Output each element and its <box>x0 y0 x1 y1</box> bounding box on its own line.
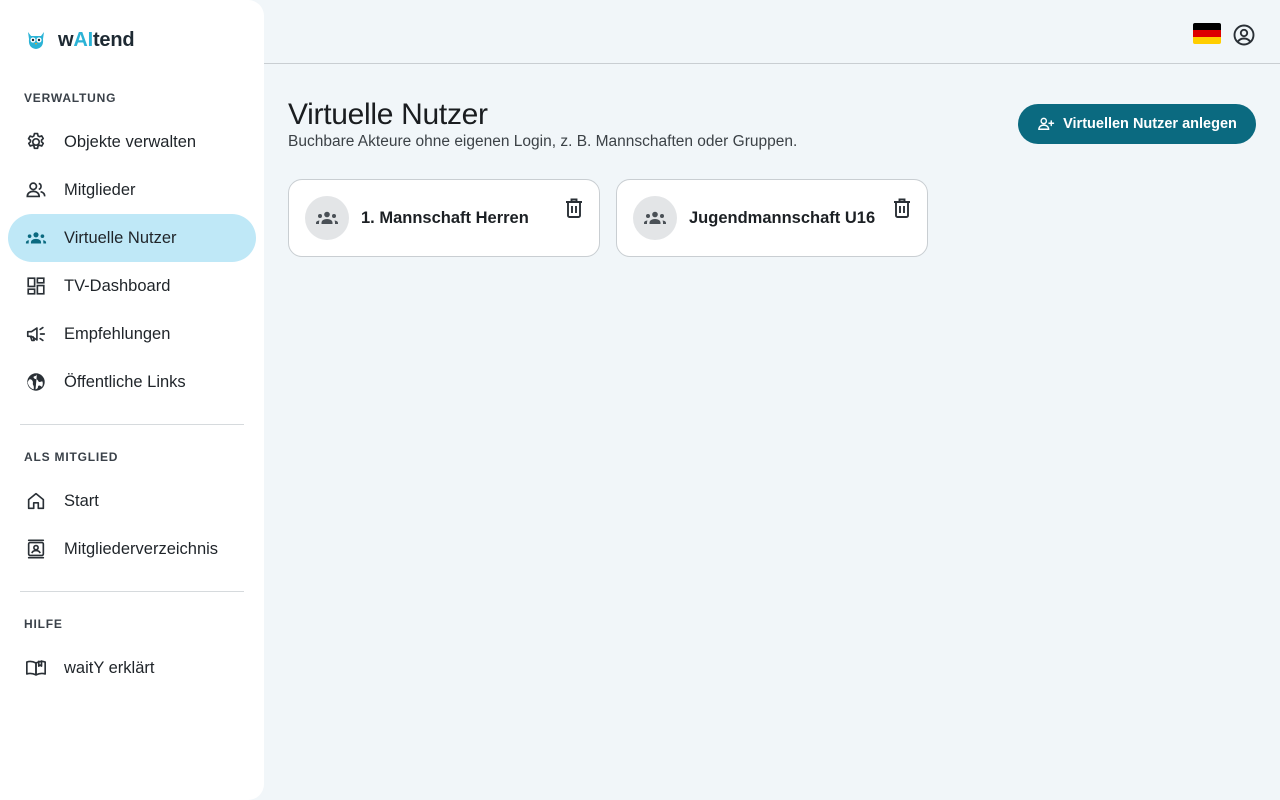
delete-icon[interactable] <box>563 196 585 220</box>
sidebar-item-mitgliederverzeichnis[interactable]: Mitgliederverzeichnis <box>8 525 256 573</box>
sidebar: wAItend VERWALTUNG Objekte verwalten Mit… <box>0 0 264 800</box>
sidebar-item-oeffentliche-links[interactable]: Öffentliche Links <box>8 358 256 406</box>
sidebar-item-label: Virtuelle Nutzer <box>64 228 177 247</box>
sidebar-item-label: Objekte verwalten <box>64 132 197 151</box>
sidebar-item-virtuelle-nutzer[interactable]: Virtuelle Nutzer <box>8 214 256 262</box>
sidebar-item-empfehlungen[interactable]: Empfehlungen <box>8 310 256 358</box>
contact-page-icon <box>24 537 48 561</box>
sidebar-item-label: waitY erklärt <box>64 658 155 677</box>
delete-icon[interactable] <box>891 196 913 220</box>
sidebar-item-label: Mitglieder <box>64 180 136 199</box>
person-add-icon <box>1038 117 1055 130</box>
virtual-user-name: 1. Mannschaft Herren <box>361 208 529 227</box>
people-icon <box>24 178 48 202</box>
dashboard-icon <box>24 274 48 298</box>
brand-logo[interactable]: wAItend <box>24 26 135 54</box>
sidebar-item-objekte-verwalten[interactable]: Objekte verwalten <box>8 118 256 166</box>
page-subtitle: Buchbare Akteure ohne eigenen Login, z. … <box>288 133 798 150</box>
sidebar-item-waity-erklaert[interactable]: waitY erklärt <box>8 644 256 692</box>
top-bar <box>264 0 1280 64</box>
sidebar-item-label: Mitgliederverzeichnis <box>64 539 219 558</box>
campaign-icon <box>24 322 48 346</box>
add-virtual-user-button[interactable]: Virtuellen Nutzer anlegen <box>1018 104 1256 144</box>
sidebar-item-mitglieder[interactable]: Mitglieder <box>8 166 256 214</box>
sidebar-item-label: Empfehlungen <box>64 324 171 343</box>
sidebar-divider <box>20 591 244 592</box>
sidebar-item-start[interactable]: Start <box>8 477 256 525</box>
avatar <box>633 196 677 240</box>
section-title-als-mitglied: ALS MITGLIED <box>24 450 119 464</box>
gear-icon <box>24 130 48 154</box>
account-circle-icon[interactable] <box>1232 23 1256 47</box>
sidebar-divider <box>20 424 244 425</box>
owl-logo-icon <box>28 32 44 49</box>
section-title-verwaltung: VERWALTUNG <box>24 91 117 105</box>
avatar <box>305 196 349 240</box>
groups-icon <box>24 226 48 250</box>
add-virtual-user-label: Virtuellen Nutzer anlegen <box>1063 116 1237 132</box>
groups-icon <box>644 211 666 224</box>
sidebar-item-tv-dashboard[interactable]: TV-Dashboard <box>8 262 256 310</box>
flag-de-icon[interactable] <box>1193 23 1221 44</box>
virtual-user-name: Jugendmannschaft U16 <box>689 208 876 227</box>
virtual-user-card[interactable]: Jugendmannschaft U16 <box>616 179 928 257</box>
page-title: Virtuelle Nutzer <box>288 98 488 131</box>
book-icon <box>24 656 48 680</box>
groups-icon <box>316 211 338 224</box>
globe-icon <box>24 370 48 394</box>
sidebar-item-label: Start <box>64 491 99 510</box>
sidebar-item-label: TV-Dashboard <box>64 276 171 295</box>
virtual-user-card[interactable]: 1. Mannschaft Herren <box>288 179 600 257</box>
home-icon <box>24 489 48 513</box>
brand-name: wAItend <box>58 28 135 51</box>
sidebar-item-label: Öffentliche Links <box>64 372 186 391</box>
section-title-hilfe: HILFE <box>24 617 63 631</box>
